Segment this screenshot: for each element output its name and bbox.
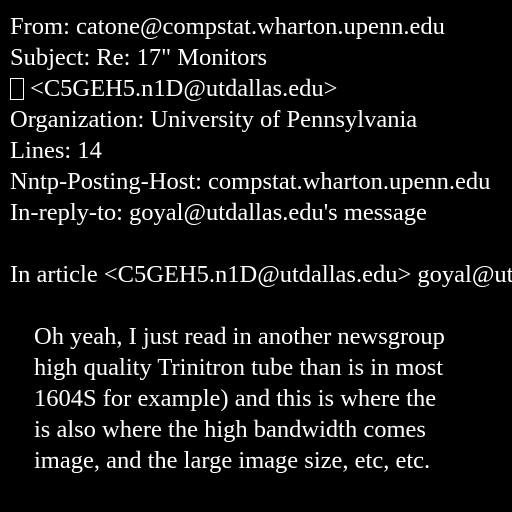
body-line: is also where the high bandwidth comes [34, 416, 426, 443]
header-nntp-host: Nntp-Posting-Host: compstat.wharton.upen… [10, 168, 491, 195]
header-in-reply-to: In-reply-to: goyal@utdallas.edu's messag… [10, 199, 427, 226]
body-line: Oh yeah, I just read in another newsgrou… [34, 323, 445, 350]
attribution-line: In article <C5GEH5.n1D@utdallas.edu> goy… [10, 261, 512, 288]
header-subject: Subject: Re: 17" Monitors [10, 44, 268, 71]
header-references-line: <C5GEH5.n1D@utdallas.edu> [10, 73, 337, 104]
email-message: From: catone@compstat.wharton.upenn.edu … [0, 0, 512, 512]
body-line: 1604S for example) and this is where the [34, 385, 437, 412]
unknown-character-icon [10, 78, 24, 100]
body-line: image, and the large image size, etc, et… [34, 447, 431, 474]
header-references: <C5GEH5.n1D@utdallas.edu> [30, 75, 338, 102]
header-organization: Organization: University of Pennsylvania [10, 106, 418, 133]
header-lines: Lines: 14 [10, 137, 102, 164]
header-from: From: catone@compstat.wharton.upenn.edu [10, 13, 445, 40]
body-line: high quality Trinitron tube than is in m… [34, 354, 444, 381]
